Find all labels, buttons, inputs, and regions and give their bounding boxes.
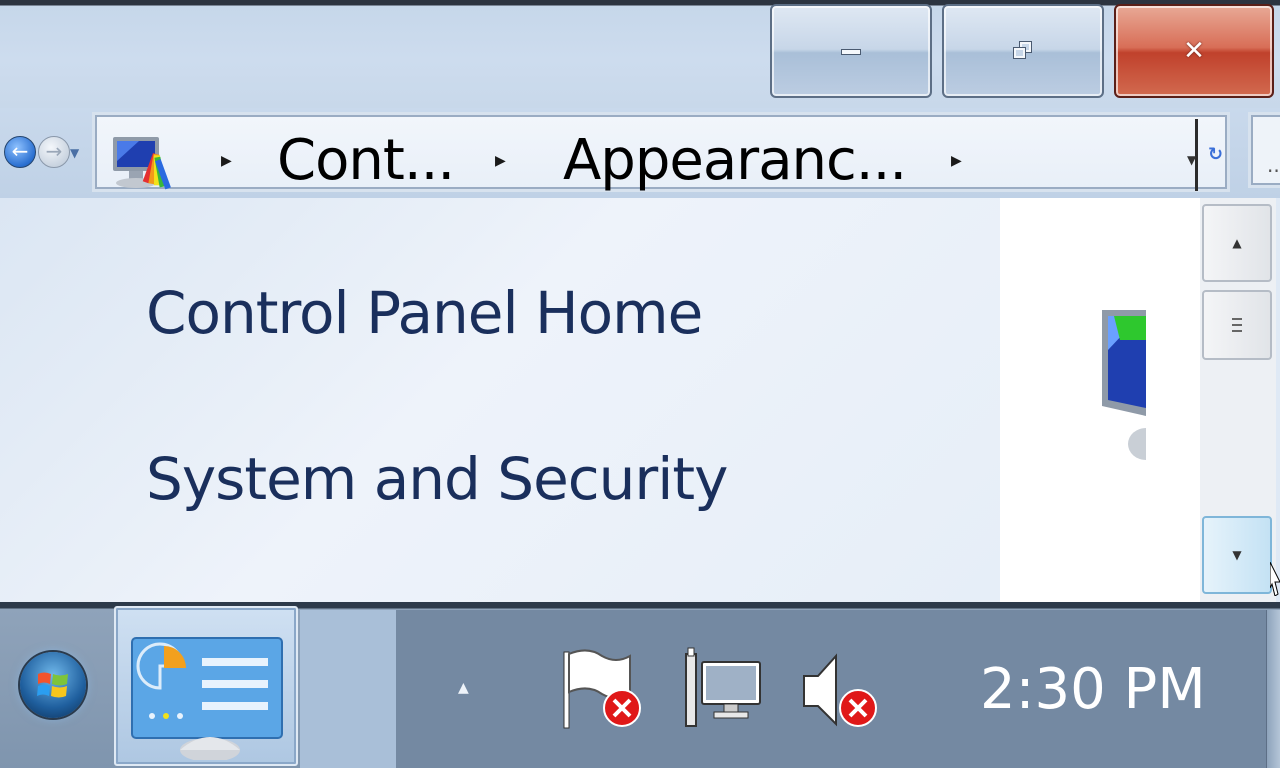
breadcrumb-separator-icon[interactable]: ▶ <box>221 153 232 169</box>
scroll-up-icon: ▲ <box>1232 236 1242 250</box>
close-icon: ✕ <box>1183 36 1205 66</box>
link-control-panel-home[interactable]: Control Panel Home <box>146 284 703 342</box>
back-arrow-icon: ← <box>11 139 29 163</box>
breadcrumb-separator-icon[interactable]: ▶ <box>495 153 506 169</box>
minimize-button[interactable] <box>770 4 932 98</box>
forward-arrow-icon: → <box>45 139 63 163</box>
refresh-icon[interactable]: ↻ <box>1208 144 1223 165</box>
taskbar: ▲ 2:30 PM <box>0 602 1280 768</box>
grip-icon <box>1232 318 1242 332</box>
action-center-flag-icon[interactable] <box>560 646 650 736</box>
control-panel-icon <box>131 637 283 760</box>
vertical-scrollbar[interactable]: ▲ ▼ <box>1200 198 1276 602</box>
search-placeholder: .. <box>1267 153 1280 177</box>
breadcrumb-control-panel[interactable]: Cont... <box>277 133 455 189</box>
clock[interactable]: 2:30 PM <box>980 662 1206 718</box>
control-panel-appearance-icon <box>113 137 171 190</box>
windows-logo-icon <box>37 672 68 698</box>
recent-pages-dropdown[interactable]: ▼ <box>70 146 79 160</box>
display-settings-icon[interactable] <box>1100 310 1146 460</box>
scroll-down-button[interactable]: ▼ <box>1202 516 1272 594</box>
network-icon[interactable] <box>680 646 770 736</box>
navigation-bar: ← → ▼ ▶ Cont... ▶ Appearanc... ▶ ▼ ↻ <box>0 108 1280 198</box>
left-navigation-pane: Control Panel Home System and Security <box>0 198 1000 602</box>
scroll-down-icon: ▼ <box>1232 548 1242 562</box>
mouse-cursor-icon <box>1270 562 1280 596</box>
scroll-thumb[interactable] <box>1202 290 1272 360</box>
close-button[interactable]: ✕ <box>1114 4 1274 98</box>
start-button[interactable] <box>20 652 86 718</box>
link-system-and-security[interactable]: System and Security <box>146 450 728 508</box>
forward-button[interactable]: → <box>38 136 70 168</box>
screen: ✕ ← → ▼ ▶ Cont... ▶ Appearanc... ▶ ▼ ↻ .… <box>0 0 1280 768</box>
search-box[interactable]: .. <box>1248 112 1280 188</box>
taskbar-empty-area <box>300 610 396 768</box>
content-pane <box>1000 198 1200 602</box>
restore-button[interactable] <box>942 4 1104 98</box>
restore-icon <box>1013 41 1032 60</box>
address-bar[interactable]: ▶ Cont... ▶ Appearanc... ▶ ▼ <box>92 112 1230 192</box>
scroll-up-button[interactable]: ▲ <box>1202 204 1272 282</box>
minimize-icon <box>841 49 861 55</box>
back-button[interactable]: ← <box>4 136 36 168</box>
breadcrumb-appearance[interactable]: Appearanc... <box>563 133 907 189</box>
address-history-dropdown[interactable]: ▼ <box>1187 153 1196 167</box>
volume-muted-icon[interactable] <box>800 646 890 736</box>
breadcrumb-separator-icon[interactable]: ▶ <box>951 153 962 169</box>
window-title-bar[interactable]: ✕ <box>0 0 1280 108</box>
taskbar-control-panel-button[interactable] <box>114 606 298 766</box>
show-hidden-icons-button[interactable]: ▲ <box>458 680 469 696</box>
show-desktop-button[interactable] <box>1266 610 1280 768</box>
